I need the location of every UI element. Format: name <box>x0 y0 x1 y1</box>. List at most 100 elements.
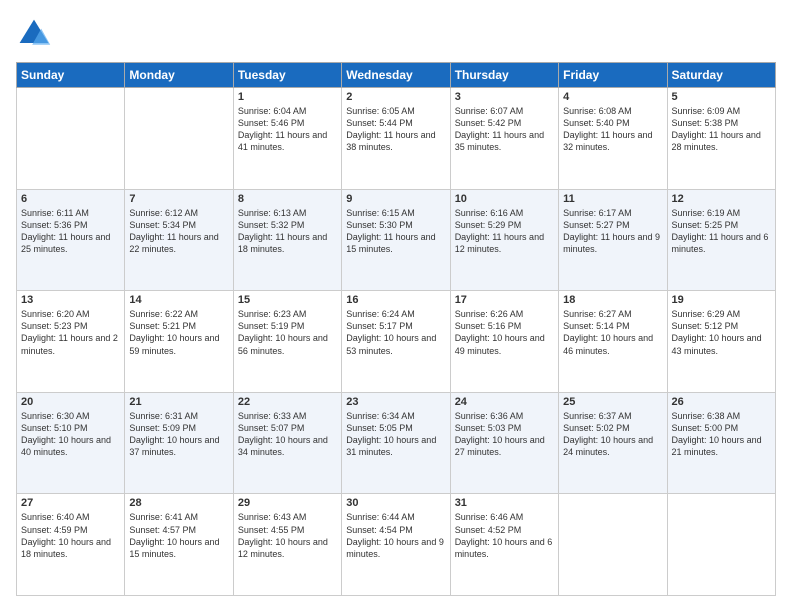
day-number: 19 <box>672 294 771 306</box>
day-number: 3 <box>455 91 554 103</box>
day-info: Sunrise: 6:26 AM Sunset: 5:16 PM Dayligh… <box>455 308 554 357</box>
day-number: 22 <box>238 396 337 408</box>
day-info: Sunrise: 6:38 AM Sunset: 5:00 PM Dayligh… <box>672 410 771 459</box>
day-info: Sunrise: 6:37 AM Sunset: 5:02 PM Dayligh… <box>563 410 662 459</box>
day-header-thursday: Thursday <box>450 63 558 88</box>
calendar-cell <box>125 88 233 190</box>
calendar-cell: 14 Sunrise: 6:22 AM Sunset: 5:21 PM Dayli… <box>125 291 233 393</box>
calendar-cell: 12 Sunrise: 6:19 AM Sunset: 5:25 PM Dayli… <box>667 189 775 291</box>
calendar-week-4: 20 Sunrise: 6:30 AM Sunset: 5:10 PM Dayli… <box>17 392 776 494</box>
calendar-week-3: 13Sunrise: 6:20 AM Sunset: 5:23 PM Dayli… <box>17 291 776 393</box>
page: SundayMondayTuesdayWednesdayThursdayFrid… <box>0 0 792 612</box>
day-number: 10 <box>455 193 554 205</box>
day-number: 31 <box>455 497 554 509</box>
calendar-cell: 15Sunrise: 6:23 AM Sunset: 5:19 PM Dayli… <box>233 291 341 393</box>
day-number: 28 <box>129 497 228 509</box>
day-header-monday: Monday <box>125 63 233 88</box>
calendar-cell: 30 Sunrise: 6:44 AM Sunset: 4:54 PM Dayli… <box>342 494 450 596</box>
day-number: 20 <box>21 396 120 408</box>
day-number: 1 <box>238 91 337 103</box>
day-number: 6 <box>21 193 120 205</box>
day-number: 23 <box>346 396 445 408</box>
day-info: Sunrise: 6:09 AM Sunset: 5:38 PM Dayligh… <box>672 105 771 154</box>
calendar-cell: 9 Sunrise: 6:15 AM Sunset: 5:30 PM Daylig… <box>342 189 450 291</box>
day-info: Sunrise: 6:04 AM Sunset: 5:46 PM Dayligh… <box>238 105 337 154</box>
day-info: Sunrise: 6:07 AM Sunset: 5:42 PM Dayligh… <box>455 105 554 154</box>
day-info: Sunrise: 6:27 AM Sunset: 5:14 PM Dayligh… <box>563 308 662 357</box>
day-info: Sunrise: 6:44 AM Sunset: 4:54 PM Dayligh… <box>346 511 445 560</box>
calendar-cell <box>667 494 775 596</box>
day-number: 2 <box>346 91 445 103</box>
calendar-cell <box>17 88 125 190</box>
logo-icon <box>16 16 52 52</box>
day-info: Sunrise: 6:17 AM Sunset: 5:27 PM Dayligh… <box>563 207 662 256</box>
day-number: 11 <box>563 193 662 205</box>
calendar-cell: 18 Sunrise: 6:27 AM Sunset: 5:14 PM Dayli… <box>559 291 667 393</box>
day-info: Sunrise: 6:34 AM Sunset: 5:05 PM Dayligh… <box>346 410 445 459</box>
day-info: Sunrise: 6:36 AM Sunset: 5:03 PM Dayligh… <box>455 410 554 459</box>
day-number: 25 <box>563 396 662 408</box>
day-number: 29 <box>238 497 337 509</box>
day-number: 21 <box>129 396 228 408</box>
day-number: 9 <box>346 193 445 205</box>
day-info: Sunrise: 6:08 AM Sunset: 5:40 PM Dayligh… <box>563 105 662 154</box>
calendar-cell: 3 Sunrise: 6:07 AM Sunset: 5:42 PM Daylig… <box>450 88 558 190</box>
header <box>16 16 776 52</box>
day-header-saturday: Saturday <box>667 63 775 88</box>
day-info: Sunrise: 6:05 AM Sunset: 5:44 PM Dayligh… <box>346 105 445 154</box>
day-number: 18 <box>563 294 662 306</box>
day-number: 14 <box>129 294 228 306</box>
day-info: Sunrise: 6:33 AM Sunset: 5:07 PM Dayligh… <box>238 410 337 459</box>
calendar-cell <box>559 494 667 596</box>
calendar-cell: 29 Sunrise: 6:43 AM Sunset: 4:55 PM Dayli… <box>233 494 341 596</box>
calendar-cell: 8 Sunrise: 6:13 AM Sunset: 5:32 PM Daylig… <box>233 189 341 291</box>
day-info: Sunrise: 6:46 AM Sunset: 4:52 PM Dayligh… <box>455 511 554 560</box>
day-info: Sunrise: 6:30 AM Sunset: 5:10 PM Dayligh… <box>21 410 120 459</box>
calendar-cell: 27Sunrise: 6:40 AM Sunset: 4:59 PM Dayli… <box>17 494 125 596</box>
calendar-cell: 20 Sunrise: 6:30 AM Sunset: 5:10 PM Dayli… <box>17 392 125 494</box>
calendar-cell: 24 Sunrise: 6:36 AM Sunset: 5:03 PM Dayli… <box>450 392 558 494</box>
day-header-tuesday: Tuesday <box>233 63 341 88</box>
day-number: 16 <box>346 294 445 306</box>
calendar: SundayMondayTuesdayWednesdayThursdayFrid… <box>16 62 776 596</box>
day-number: 24 <box>455 396 554 408</box>
day-info: Sunrise: 6:41 AM Sunset: 4:57 PM Dayligh… <box>129 511 228 560</box>
calendar-cell: 21 Sunrise: 6:31 AM Sunset: 5:09 PM Dayli… <box>125 392 233 494</box>
day-info: Sunrise: 6:13 AM Sunset: 5:32 PM Dayligh… <box>238 207 337 256</box>
calendar-cell: 1 Sunrise: 6:04 AM Sunset: 5:46 PM Daylig… <box>233 88 341 190</box>
logo <box>16 16 56 52</box>
calendar-header-row: SundayMondayTuesdayWednesdayThursdayFrid… <box>17 63 776 88</box>
day-info: Sunrise: 6:40 AM Sunset: 4:59 PM Dayligh… <box>21 511 120 560</box>
calendar-cell: 19 Sunrise: 6:29 AM Sunset: 5:12 PM Dayli… <box>667 291 775 393</box>
day-info: Sunrise: 6:31 AM Sunset: 5:09 PM Dayligh… <box>129 410 228 459</box>
calendar-cell: 31 Sunrise: 6:46 AM Sunset: 4:52 PM Dayli… <box>450 494 558 596</box>
day-number: 8 <box>238 193 337 205</box>
calendar-cell: 16 Sunrise: 6:24 AM Sunset: 5:17 PM Dayli… <box>342 291 450 393</box>
calendar-cell: 5Sunrise: 6:09 AM Sunset: 5:38 PM Daylig… <box>667 88 775 190</box>
calendar-cell: 25 Sunrise: 6:37 AM Sunset: 5:02 PM Dayli… <box>559 392 667 494</box>
day-number: 12 <box>672 193 771 205</box>
day-info: Sunrise: 6:15 AM Sunset: 5:30 PM Dayligh… <box>346 207 445 256</box>
calendar-cell: 26Sunrise: 6:38 AM Sunset: 5:00 PM Dayli… <box>667 392 775 494</box>
day-info: Sunrise: 6:11 AM Sunset: 5:36 PM Dayligh… <box>21 207 120 256</box>
calendar-cell: 13Sunrise: 6:20 AM Sunset: 5:23 PM Dayli… <box>17 291 125 393</box>
day-info: Sunrise: 6:24 AM Sunset: 5:17 PM Dayligh… <box>346 308 445 357</box>
calendar-week-2: 6 Sunrise: 6:11 AM Sunset: 5:36 PM Daylig… <box>17 189 776 291</box>
day-header-sunday: Sunday <box>17 63 125 88</box>
calendar-week-5: 27Sunrise: 6:40 AM Sunset: 4:59 PM Dayli… <box>17 494 776 596</box>
calendar-cell: 7Sunrise: 6:12 AM Sunset: 5:34 PM Daylig… <box>125 189 233 291</box>
day-info: Sunrise: 6:19 AM Sunset: 5:25 PM Dayligh… <box>672 207 771 256</box>
day-info: Sunrise: 6:43 AM Sunset: 4:55 PM Dayligh… <box>238 511 337 560</box>
day-info: Sunrise: 6:22 AM Sunset: 5:21 PM Dayligh… <box>129 308 228 357</box>
calendar-cell: 28 Sunrise: 6:41 AM Sunset: 4:57 PM Dayli… <box>125 494 233 596</box>
calendar-cell: 6 Sunrise: 6:11 AM Sunset: 5:36 PM Daylig… <box>17 189 125 291</box>
day-info: Sunrise: 6:29 AM Sunset: 5:12 PM Dayligh… <box>672 308 771 357</box>
calendar-cell: 4Sunrise: 6:08 AM Sunset: 5:40 PM Daylig… <box>559 88 667 190</box>
day-number: 17 <box>455 294 554 306</box>
day-info: Sunrise: 6:16 AM Sunset: 5:29 PM Dayligh… <box>455 207 554 256</box>
day-header-friday: Friday <box>559 63 667 88</box>
day-number: 7 <box>129 193 228 205</box>
day-header-wednesday: Wednesday <box>342 63 450 88</box>
day-number: 30 <box>346 497 445 509</box>
calendar-cell: 23 Sunrise: 6:34 AM Sunset: 5:05 PM Dayli… <box>342 392 450 494</box>
